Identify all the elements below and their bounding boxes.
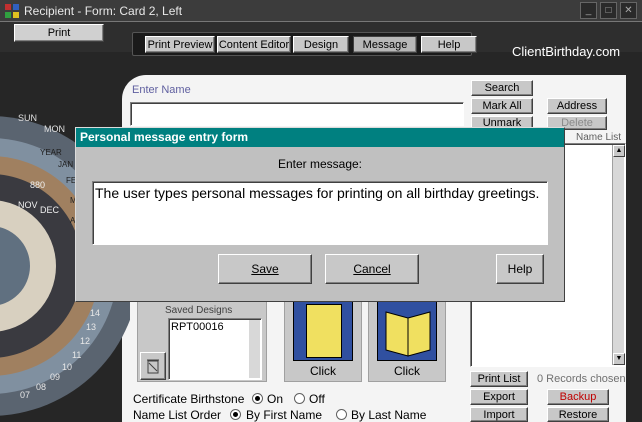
card-thumb-1[interactable]: Click	[284, 300, 362, 382]
saved-designs-label: Saved Designs	[165, 305, 233, 316]
click-label: Click	[394, 364, 420, 378]
minimize-icon: _	[585, 5, 592, 16]
birthstone-on-label[interactable]: On	[267, 392, 283, 406]
saved-design-item[interactable]: RPT00016	[171, 321, 224, 333]
minimize-button[interactable]: _	[580, 2, 597, 19]
scroll-down-icon[interactable]: ▼	[613, 353, 625, 365]
dial-label-880: 880	[30, 180, 46, 190]
name-list-scrollbar[interactable]: ▲ ▼	[612, 145, 625, 365]
message-dialog: Personal message entry form Enter messag…	[75, 127, 565, 302]
search-button[interactable]: Search	[471, 80, 533, 96]
dial-number: 07	[20, 390, 31, 400]
message-textarea[interactable]: The user types personal messages for pri…	[92, 181, 548, 245]
address-button[interactable]: Address	[547, 98, 607, 114]
records-status: 0 Records chosen	[537, 373, 626, 385]
scroll-up-icon[interactable]: ▲	[613, 145, 625, 157]
click-label: Click	[310, 364, 336, 378]
saved-designs-scrollbar[interactable]	[249, 320, 260, 378]
certificate-birthstone-label: Certificate Birthstone	[133, 392, 245, 406]
trash-icon	[147, 359, 159, 374]
app-icon	[5, 4, 19, 18]
restore-button[interactable]: Restore	[547, 407, 609, 422]
dial-number: 13	[86, 322, 97, 332]
order-last-radio[interactable]	[336, 409, 347, 420]
window-title: Recipient - Form: Card 2, Left	[24, 4, 183, 18]
order-last-label[interactable]: By Last Name	[351, 408, 426, 422]
tab-message[interactable]: Message	[353, 36, 417, 53]
title-bar: Recipient - Form: Card 2, Left _ □ ✕	[0, 0, 642, 22]
dial-number: 11	[72, 350, 82, 360]
name-input[interactable]	[130, 102, 464, 126]
close-icon: ✕	[624, 5, 633, 16]
brand-text: ClientBirthday.com	[512, 44, 621, 59]
export-button[interactable]: Export	[470, 389, 528, 405]
enter-name-label: Enter Name	[132, 84, 191, 96]
print-list-button[interactable]: Print List	[470, 371, 528, 387]
order-first-radio[interactable]	[230, 409, 241, 420]
birthstone-off-label[interactable]: Off	[309, 392, 325, 406]
maximize-icon: □	[605, 5, 612, 16]
dial-label-jan: JAN	[58, 160, 74, 169]
dialog-title: Personal message entry form	[76, 128, 564, 147]
dial-number: 14	[90, 308, 101, 318]
dial-number: 08	[36, 382, 47, 392]
backup-button[interactable]: Backup	[547, 389, 609, 405]
folded-card-thumb	[377, 301, 437, 361]
card-thumb-2[interactable]: Click	[368, 300, 446, 382]
birthstone-on-radio[interactable]	[252, 393, 263, 404]
print-button[interactable]: Print	[14, 24, 104, 42]
birthstone-off-radio[interactable]	[294, 393, 305, 404]
name-list-order-label: Name List Order	[133, 408, 222, 422]
single-page-thumb	[293, 301, 353, 361]
name-list-label: Name List	[576, 132, 622, 143]
tab-help[interactable]: Help	[421, 36, 477, 53]
import-button[interactable]: Import	[470, 407, 528, 422]
cancel-button[interactable]: Cancel	[325, 254, 419, 284]
dial-label-nov: NOV	[18, 200, 38, 210]
page-icon	[306, 304, 342, 358]
cancel-label: Cancel	[353, 262, 391, 276]
dial-label-sun: SUN	[18, 113, 38, 123]
dial-label-year: YEAR	[40, 148, 62, 157]
open-book-icon	[385, 311, 431, 357]
dial-number: 10	[62, 362, 73, 372]
close-button[interactable]: ✕	[620, 2, 637, 19]
dial-number: 12	[80, 336, 91, 346]
mark-all-button[interactable]: Mark All	[471, 98, 533, 114]
tab-content-editor[interactable]: Content Editor	[217, 36, 291, 53]
dial-label-mon: MON	[44, 124, 65, 134]
maximize-button[interactable]: □	[600, 2, 617, 19]
save-label: Save	[251, 262, 279, 276]
help-button[interactable]: Help	[496, 254, 544, 284]
tab-design[interactable]: Design	[293, 36, 349, 53]
dial-label-dec: DEC	[40, 205, 60, 215]
save-button[interactable]: Save	[218, 254, 312, 284]
dialog-prompt: Enter message:	[277, 157, 363, 171]
dial-number: 09	[50, 372, 61, 382]
order-first-label[interactable]: By First Name	[246, 408, 322, 422]
delete-design-button[interactable]	[140, 352, 166, 380]
tab-print-preview[interactable]: Print Preview	[145, 36, 215, 53]
